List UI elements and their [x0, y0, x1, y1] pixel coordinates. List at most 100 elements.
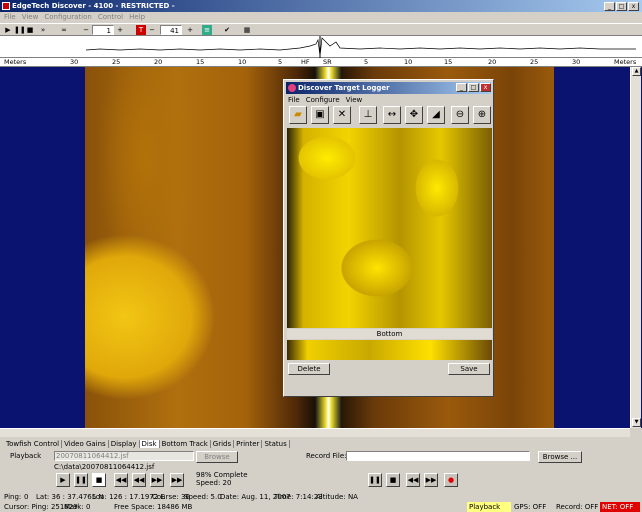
bottom-label: Bottom	[287, 329, 492, 339]
delete-button[interactable]: Delete	[288, 363, 330, 375]
mark-label: Mark:	[64, 503, 84, 511]
target-menu-configure[interactable]: Configure	[306, 96, 340, 104]
height-icon[interactable]: ◢	[427, 106, 445, 124]
gain-field[interactable]: 41	[160, 25, 182, 35]
target-logger-logo-icon	[288, 84, 296, 92]
scale-unit-left: Meters	[4, 58, 27, 66]
horizontal-scrollbar[interactable]	[0, 428, 630, 437]
rewind-end-button[interactable]: ◀◀	[114, 473, 128, 487]
record-pause-button[interactable]: ❚❚	[368, 473, 382, 487]
menu-view[interactable]: View	[22, 13, 39, 21]
pause-button[interactable]: ❚❚	[74, 473, 88, 487]
menu-help[interactable]: Help	[129, 13, 145, 21]
record-forward-button[interactable]: ▶▶	[424, 473, 438, 487]
record-file-field[interactable]	[346, 451, 530, 461]
channel-field[interactable]: 1	[92, 25, 114, 35]
menu-control[interactable]: Control	[98, 13, 123, 21]
toolbar: ▶ ❚❚ ■ » ∞ − 1 + T − 41 + ≡ ✔ ▦	[0, 23, 642, 36]
maximize-button[interactable]: □	[616, 2, 627, 11]
check-icon[interactable]: ✔	[222, 25, 232, 35]
mark-value: 0	[86, 503, 91, 511]
menu-configuration[interactable]: Configuration	[44, 13, 91, 21]
close-button[interactable]: x	[628, 2, 639, 11]
scale-sr-label: SR	[323, 58, 332, 66]
gain-plus-button[interactable]: +	[186, 25, 194, 35]
delete-x-icon[interactable]: ✕	[333, 106, 351, 124]
stop-button[interactable]: ■	[92, 473, 106, 487]
waveform-graph	[85, 36, 636, 58]
open-folder-icon[interactable]: ▰	[289, 106, 307, 124]
grid-icon[interactable]: ▦	[242, 25, 252, 35]
gain-icon[interactable]: T	[136, 25, 146, 35]
channel-plus-button[interactable]: +	[116, 25, 124, 35]
zoom-out-icon[interactable]: ⊖	[451, 106, 469, 124]
scale-hf-label: HF	[301, 58, 310, 66]
target-minimize-button[interactable]: _	[456, 83, 467, 92]
target-image-strip	[287, 340, 492, 360]
scale-unit-right: Meters	[614, 58, 637, 66]
target-logger-window: Discover Target Logger _ □ x File Configu…	[283, 79, 494, 397]
record-stop-button[interactable]: ■	[386, 473, 400, 487]
vertical-scrollbar[interactable]: ▲ ▼	[630, 67, 641, 428]
fast-forward-icon[interactable]: »	[38, 25, 48, 35]
control-tabs: Towfish Control Video Gains Display Disk Bot…	[4, 440, 290, 450]
tab-disk[interactable]: Disk	[139, 440, 160, 448]
menu-bar: File View Configuration Control Help	[0, 12, 642, 23]
scale-tick: 30	[70, 58, 79, 66]
tab-printer[interactable]: Printer	[234, 440, 263, 448]
tab-grids[interactable]: Grids	[211, 440, 235, 448]
horizontal-measure-icon[interactable]: ↔	[383, 106, 401, 124]
tab-towfish-control[interactable]: Towfish Control	[4, 440, 63, 448]
scale-tick: 10	[238, 58, 247, 66]
menu-file[interactable]: File	[4, 13, 16, 21]
palette-icon[interactable]: ≡	[202, 25, 212, 35]
ping-value: 0	[24, 493, 29, 501]
scroll-down-icon[interactable]: ▼	[632, 418, 641, 427]
stop-icon[interactable]: ■	[26, 25, 34, 35]
channel-icon[interactable]: ∞	[58, 25, 70, 35]
target-close-button[interactable]: x	[480, 83, 491, 92]
playback-browse-button[interactable]: Browse	[196, 451, 238, 463]
play-button[interactable]: ▶	[56, 473, 70, 487]
target-image[interactable]	[287, 128, 492, 328]
move-icon[interactable]: ✥	[405, 106, 423, 124]
net-status-badge: NET: OFF	[600, 502, 640, 512]
zoom-in-icon[interactable]: ⊕	[473, 106, 491, 124]
target-maximize-button[interactable]: □	[468, 83, 479, 92]
gps-status: GPS: OFF	[514, 503, 547, 511]
speed-text: Speed: 20	[196, 479, 232, 487]
minimize-button[interactable]: _	[604, 2, 615, 11]
scroll-up-icon[interactable]: ▲	[632, 67, 641, 76]
record-rewind-button[interactable]: ◀◀	[406, 473, 420, 487]
target-toolbar: ▰ ▣ ✕ ⊥ ↔ ✥ ◢ ⊖ ⊕	[287, 106, 492, 126]
scale-tick: 10	[404, 58, 413, 66]
tab-display[interactable]: Display	[109, 440, 140, 448]
play-icon[interactable]: ▶	[4, 25, 12, 35]
target-menu-bar: File Configure View	[288, 95, 368, 105]
port-channel-image[interactable]	[85, 67, 315, 428]
altitude: Altitude: NA	[316, 493, 358, 501]
tab-video-gains[interactable]: Video Gains	[62, 440, 109, 448]
target-menu-view[interactable]: View	[346, 96, 363, 104]
target-menu-file[interactable]: File	[288, 96, 300, 104]
speed: Speed: 5.0	[184, 493, 222, 501]
gain-minus-button[interactable]: −	[148, 25, 156, 35]
scale-tick: 15	[196, 58, 205, 66]
rewind-button[interactable]: ◀◀	[132, 473, 146, 487]
free-space: Free Space: 18486 MB	[114, 503, 193, 511]
playback-file-field[interactable]: 20070811064412.jsf	[54, 451, 194, 461]
status-bar-2: Cursor: Ping: 251629 Mark: 0 Free Space:…	[0, 502, 642, 512]
vertical-measure-icon[interactable]: ⊥	[359, 106, 377, 124]
record-browse-button[interactable]: Browse ...	[538, 451, 582, 463]
save-button[interactable]: Save	[448, 363, 490, 375]
save-disk-icon[interactable]: ▣	[311, 106, 329, 124]
forward-end-button[interactable]: ▶▶	[170, 473, 184, 487]
scale-tick: 5	[364, 58, 369, 66]
tab-status[interactable]: Status	[262, 440, 290, 448]
channel-minus-button[interactable]: −	[82, 25, 90, 35]
record-button[interactable]: ●	[444, 473, 458, 487]
scale-tick: 15	[444, 58, 453, 66]
pause-icon[interactable]: ❚❚	[14, 25, 26, 35]
forward-button[interactable]: ▶▶	[150, 473, 164, 487]
tab-bottom-track[interactable]: Bottom Track	[160, 440, 211, 448]
